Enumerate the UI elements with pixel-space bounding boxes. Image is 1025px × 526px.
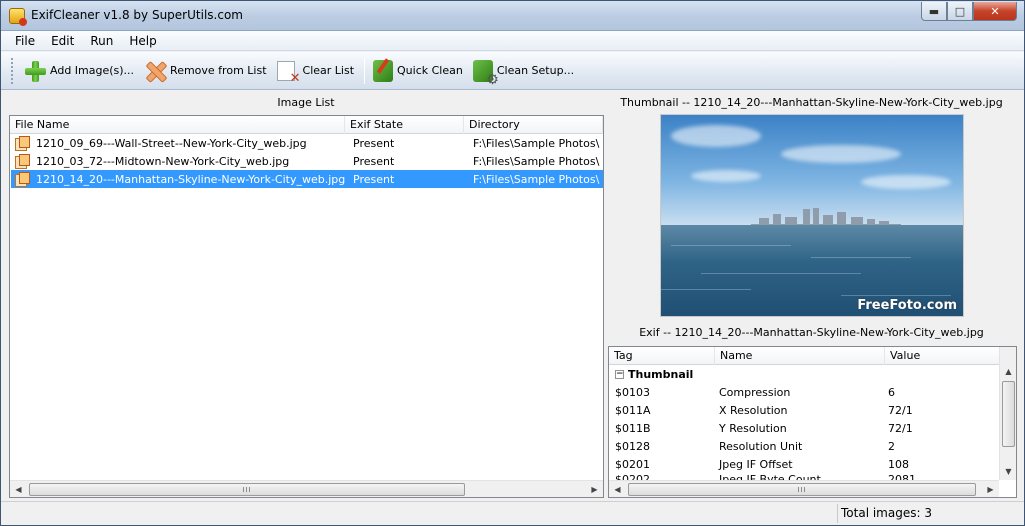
exif-value-cell: 108 [888,457,909,471]
exif-name-cell: Jpeg IF Offset [719,457,793,471]
image-list-hscrollbar[interactable]: ◀ III ▶ [10,480,603,497]
image-file-icon [15,172,30,187]
exif-row[interactable]: $0103 Compression 6 [610,383,1000,401]
menu-run[interactable]: Run [82,34,121,48]
clean-setup-icon [472,59,499,88]
thumbnail-image: FreeFoto.com [660,114,964,317]
exif-row[interactable]: $0201 Jpeg IF Offset 108 [610,455,1000,473]
toolbar-separator [364,57,366,84]
scroll-down-arrow[interactable]: ▼ [1000,463,1017,480]
column-directory[interactable]: Directory [464,116,603,134]
exif-value-cell: 72/1 [888,421,913,435]
collapse-icon[interactable]: − [615,369,624,379]
exif-tag-cell: $0201 [615,457,650,471]
maximize-button[interactable]: □ [947,2,973,21]
image-list-header: File Name Exif State Directory [10,116,603,134]
exif-group-label: Thumbnail [628,367,694,381]
exif-value-cell: 72/1 [888,403,913,417]
exif-vscrollbar[interactable]: ▲ ▼ [999,347,1016,480]
image-file-icon [15,154,30,169]
exif-name-cell: X Resolution [719,403,788,417]
exif-list[interactable]: Tag Name Value − Thumbnail $0103 Compres… [608,346,1017,498]
exif-row[interactable]: $0128 Resolution Unit 2 [610,437,1000,455]
exif-group-thumbnail[interactable]: − Thumbnail [610,365,1000,383]
total-images-status: Total images: 3 [837,504,1022,523]
add-images-label: Add Image(s)... [50,64,135,77]
hscroll-thumb[interactable]: III [29,483,465,496]
toolbar: Add Image(s)... Remove from List Clear L… [1,52,1024,90]
exif-state-cell: Present [353,172,395,186]
file-name-cell: 1210_14_20---Manhattan-Skyline-New-York-… [36,172,346,186]
directory-cell: F:\Files\Sample Photos\ [473,172,600,186]
status-bar: Total images: 3 [1,501,1024,525]
file-name-cell: 1210_09_69---Wall-Street--New-York-City_… [36,136,307,150]
image-row-selected[interactable]: 1210_14_20---Manhattan-Skyline-New-York-… [11,170,603,188]
column-file-name[interactable]: File Name [10,116,345,134]
image-list-title: Image List [277,96,335,109]
add-icon [24,60,46,82]
clear-list-button[interactable]: Clear List [273,56,361,86]
exif-tag-cell: $011B [615,421,651,435]
exif-list-header: Tag Name Value [609,347,1001,365]
window-controls: ▬ □ ✕ [921,2,1017,21]
add-images-button[interactable]: Add Image(s)... [20,56,140,86]
scroll-right-arrow[interactable]: ▶ [982,481,999,498]
thumbnail-title: Thumbnail -- 1210_14_20---Manhattan-Skyl… [620,96,1003,109]
app-icon [9,8,27,26]
image-list[interactable]: File Name Exif State Directory 1210_09_6… [9,115,604,498]
menu-edit[interactable]: Edit [43,34,82,48]
remove-icon [144,60,166,82]
exif-name-cell: Resolution Unit [719,439,803,453]
clean-setup-label: Clean Setup... [496,64,575,77]
image-row[interactable]: 1210_03_72---Midtown-New-York-City_web.j… [11,152,603,170]
menu-bar: File Edit Run Help [1,31,1024,51]
minimize-button[interactable]: ▬ [921,2,947,21]
remove-from-list-button[interactable]: Remove from List [140,56,272,86]
column-tag[interactable]: Tag [609,347,715,365]
clear-list-icon [276,60,301,86]
quick-clean-icon [373,59,394,82]
exif-state-cell: Present [353,136,395,150]
exif-name-cell: Compression [719,385,791,399]
exif-row[interactable]: $011B Y Resolution 72/1 [610,419,1000,437]
vscroll-thumb[interactable] [1002,381,1015,447]
exif-value-cell: 2 [888,439,895,453]
toolbar-grip[interactable] [11,57,14,84]
close-button[interactable]: ✕ [973,2,1017,21]
window-title: ExifCleaner v1.8 by SuperUtils.com [31,8,243,22]
menu-file[interactable]: File [7,34,43,48]
exif-value-cell: 6 [888,385,895,399]
column-name[interactable]: Name [715,347,885,365]
watermark: FreeFoto.com [857,298,957,313]
directory-cell: F:\Files\Sample Photos\ [473,136,600,150]
file-name-cell: 1210_03_72---Midtown-New-York-City_web.j… [36,154,290,168]
exif-hscrollbar[interactable]: ◀ III ▶ [609,480,999,497]
exif-state-cell: Present [353,154,395,168]
exif-row[interactable]: $011A X Resolution 72/1 [610,401,1000,419]
directory-cell: F:\Files\Sample Photos\ [473,154,600,168]
image-file-icon [15,136,30,151]
clear-list-label: Clear List [302,64,355,77]
menu-help[interactable]: Help [121,34,164,48]
exif-tag-cell: $0103 [615,385,650,399]
column-exif-state[interactable]: Exif State [345,116,464,134]
quick-clean-label: Quick Clean [397,64,463,77]
app-window: ExifCleaner v1.8 by SuperUtils.com ▬ □ ✕… [0,0,1025,526]
title-bar[interactable]: ExifCleaner v1.8 by SuperUtils.com ▬ □ ✕ [1,1,1024,31]
scroll-right-arrow[interactable]: ▶ [586,481,603,498]
column-value[interactable]: Value [885,347,1001,365]
hscroll-thumb[interactable]: III [628,483,976,496]
scroll-left-arrow[interactable]: ◀ [609,481,626,498]
exif-tag-cell: $011A [615,403,651,417]
remove-from-list-label: Remove from List [170,64,267,77]
scroll-left-arrow[interactable]: ◀ [10,481,27,498]
image-row[interactable]: 1210_09_69---Wall-Street--New-York-City_… [11,134,603,152]
exif-title: Exif -- 1210_14_20---Manhattan-Skyline-N… [639,326,984,339]
scroll-up-arrow[interactable]: ▲ [1000,363,1017,380]
clean-setup-button[interactable]: Clean Setup... [469,56,580,88]
quick-clean-button[interactable]: Quick Clean [369,56,469,86]
exif-name-cell: Y Resolution [719,421,787,435]
exif-tag-cell: $0128 [615,439,650,453]
